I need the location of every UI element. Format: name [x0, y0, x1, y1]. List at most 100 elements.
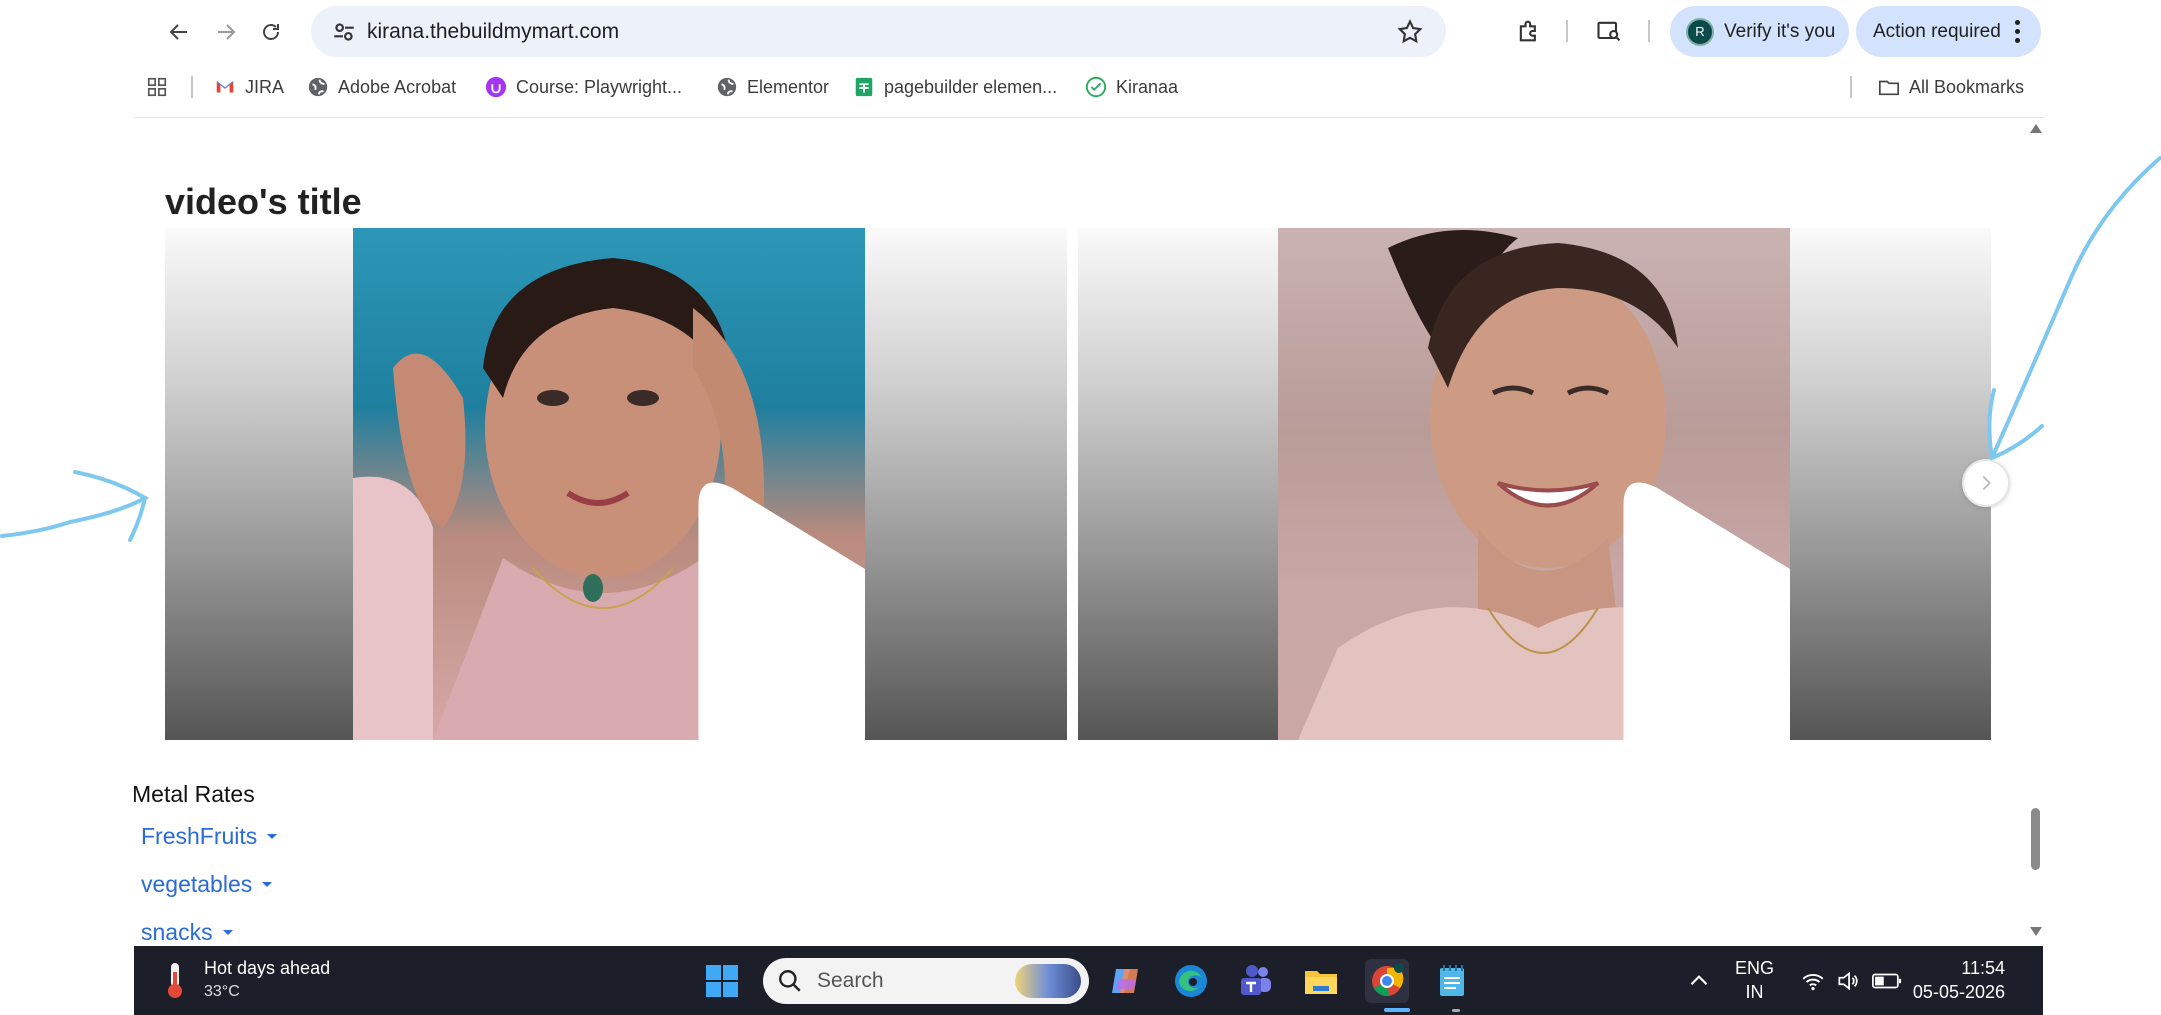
- bookmark-label: Adobe Acrobat: [338, 76, 457, 97]
- all-bookmarks-button[interactable]: All Bookmarks: [1878, 68, 2024, 106]
- apps-button[interactable]: [146, 68, 177, 106]
- back-button[interactable]: [161, 14, 197, 50]
- back-arrow-icon: [169, 24, 187, 40]
- edge-button[interactable]: [1169, 959, 1213, 1003]
- chrome-button[interactable]: [1365, 959, 1409, 1003]
- caret-down-icon: [267, 834, 278, 839]
- url-text[interactable]: kirana.thebuildmymart.com: [367, 20, 619, 44]
- play-icon[interactable]: [579, 454, 865, 740]
- bookmark-jira[interactable]: JIRA: [214, 68, 284, 106]
- menu-label: FreshFruits: [141, 823, 258, 849]
- notepad-button[interactable]: [1430, 959, 1474, 1003]
- more-menu-icon[interactable]: [2014, 20, 2021, 43]
- menu-snacks[interactable]: snacks: [141, 919, 233, 946]
- address-bar[interactable]: kirana.thebuildmymart.com: [311, 6, 1446, 57]
- tab-search-button[interactable]: [1592, 14, 1626, 48]
- wifi-icon: [1802, 973, 1824, 990]
- thermometer-icon: [168, 963, 182, 998]
- lang-bottom: IN: [1745, 982, 1764, 1002]
- menu-label: snacks: [141, 919, 213, 945]
- video-thumbnail: [353, 228, 865, 740]
- scrollbar-up-arrow[interactable]: [2030, 124, 2042, 133]
- bookmark-kiranaa[interactable]: Kiranaa: [1085, 68, 1178, 106]
- carousel-next-button[interactable]: [1962, 459, 2010, 507]
- bookmark-elementor[interactable]: Elementor: [716, 68, 829, 106]
- caret-down-icon: [222, 930, 233, 935]
- weather-widget[interactable]: Hot days ahead 33°C: [158, 956, 330, 1004]
- web-page: video's title Metal Rates FreshFruits ve…: [134, 118, 2043, 946]
- battery-icon: [1872, 973, 1902, 988]
- browser-toolbar: kirana.thebuildmymart.com R Verify it's …: [134, 0, 2043, 62]
- edge-icon: [1175, 965, 1207, 997]
- bookmarks-separator: [1850, 76, 1852, 98]
- screenshot: kirana.thebuildmymart.com R Verify it's …: [0, 0, 2161, 1015]
- wifi-button[interactable]: [1800, 946, 1826, 1015]
- bookmark-adobe-acrobat[interactable]: Adobe Acrobat: [307, 68, 456, 106]
- verify-profile-button[interactable]: R Verify it's you: [1670, 6, 1849, 57]
- menu-label: vegetables: [141, 871, 253, 897]
- scrollbar-down-arrow[interactable]: [2030, 927, 2042, 936]
- puzzle-icon: [1519, 20, 1536, 42]
- file-explorer-button[interactable]: [1299, 959, 1343, 1003]
- menu-freshfruits[interactable]: FreshFruits: [141, 823, 278, 850]
- verify-label: Verify it's you: [1724, 20, 1836, 42]
- video-section-title: video's title: [165, 181, 362, 222]
- bookmark-pagebuilder[interactable]: pagebuilder elemen...: [853, 68, 1057, 106]
- copilot-button[interactable]: [1104, 959, 1148, 1003]
- bookmarks-separator: [191, 76, 193, 98]
- teams-button[interactable]: [1234, 959, 1278, 1003]
- search-placeholder: Search: [817, 969, 884, 992]
- action-label: Action required: [1873, 20, 2001, 42]
- teams-icon: [1241, 965, 1271, 995]
- reload-button[interactable]: [253, 14, 289, 50]
- search-highlight-image: [1015, 964, 1081, 998]
- video-slide[interactable]: [165, 228, 1067, 740]
- globe-icon: [716, 76, 738, 98]
- bookmarks-bar: JIRA Adobe Acrobat Course: Playwright...…: [134, 68, 2043, 106]
- forward-button[interactable]: [208, 14, 244, 50]
- battery-button[interactable]: [1870, 946, 1904, 1015]
- video-thumbnail: [1278, 228, 1790, 740]
- chrome-icon: [1372, 963, 1404, 997]
- taskbar-search[interactable]: Search: [763, 958, 1089, 1004]
- caret-down-icon: [262, 882, 273, 887]
- bookmark-course-playwright[interactable]: Course: Playwright...: [485, 68, 682, 106]
- play-icon[interactable]: [1504, 454, 1790, 740]
- udemy-icon: [485, 76, 507, 98]
- start-button[interactable]: [700, 959, 744, 1003]
- volume-button[interactable]: [1835, 946, 1861, 1015]
- language-indicator[interactable]: ENG IN: [1735, 956, 1774, 1004]
- globe-icon: [307, 76, 329, 98]
- lang-top: ENG: [1735, 958, 1775, 978]
- chevron-up-icon: [1690, 974, 1708, 985]
- bookmark-star-icon[interactable]: [1396, 18, 1424, 46]
- check-icon: [1085, 76, 1107, 98]
- site-settings-icon[interactable]: [331, 19, 357, 45]
- notepad-icon: [1440, 965, 1464, 996]
- bookmark-label: Course: Playwright...: [516, 76, 683, 97]
- sheets-icon: [853, 76, 875, 98]
- toolbar-separator: [1648, 20, 1650, 42]
- system-clock[interactable]: 11:54 05-05-2026: [1913, 956, 2005, 1004]
- search-icon: [779, 970, 801, 992]
- all-bookmarks-label: All Bookmarks: [1909, 76, 2025, 97]
- speaker-icon: [1838, 971, 1858, 990]
- weather-title: Hot days ahead: [204, 958, 331, 978]
- folder-icon: [1305, 971, 1337, 994]
- bookmark-label: pagebuilder elemen...: [884, 76, 1058, 97]
- browser-window: kirana.thebuildmymart.com R Verify it's …: [134, 0, 2043, 1015]
- folder-icon: [1878, 76, 1900, 98]
- menu-vegetables[interactable]: vegetables: [141, 871, 273, 898]
- extensions-button[interactable]: [1512, 14, 1546, 48]
- action-required-button[interactable]: Action required: [1856, 6, 2041, 57]
- windows-logo-icon: [706, 965, 738, 997]
- bookmark-label: Kiranaa: [1116, 76, 1179, 97]
- scrollbar-thumb[interactable]: [2031, 808, 2040, 870]
- bookmark-label: JIRA: [245, 76, 285, 97]
- metal-rates-heading: Metal Rates: [134, 781, 255, 807]
- show-hidden-icons-button[interactable]: [1686, 946, 1712, 1015]
- apps-grid-icon: [146, 76, 168, 98]
- bookmark-label: Elementor: [747, 76, 830, 97]
- active-app-indicator: [1384, 1008, 1410, 1012]
- video-slide[interactable]: [1078, 228, 1991, 740]
